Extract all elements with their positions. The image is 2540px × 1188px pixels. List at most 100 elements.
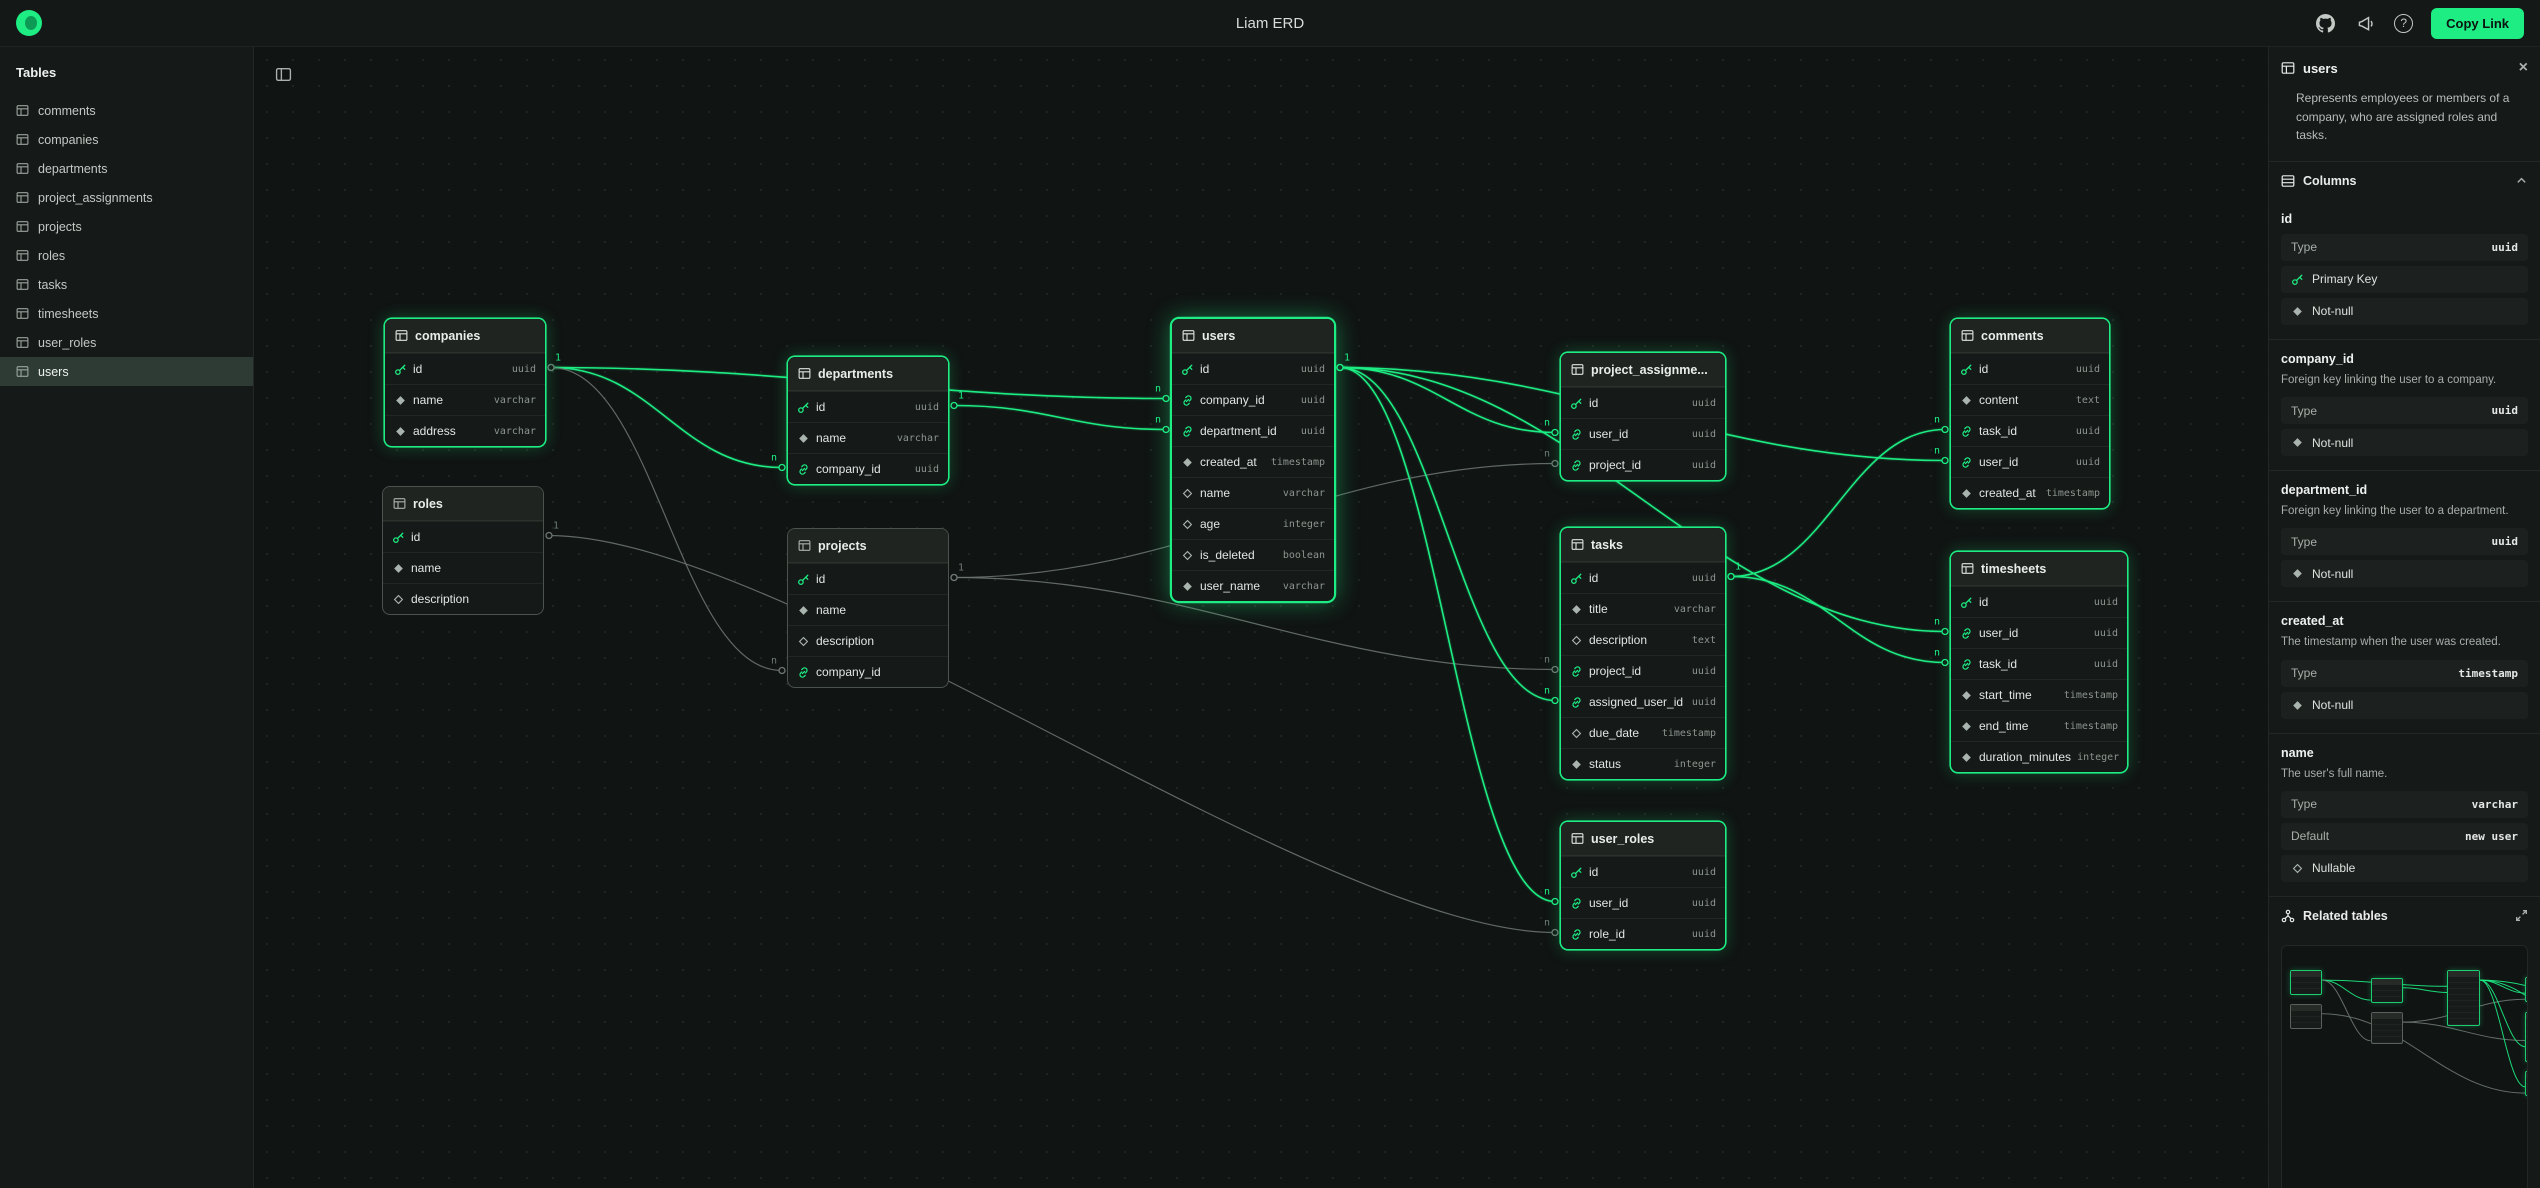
columns-section-header[interactable]: Columns	[2269, 161, 2540, 200]
sidebar-item-roles[interactable]: roles	[0, 241, 253, 270]
erd-column-tasks-assigned_user_id[interactable]: assigned_user_iduuid	[1561, 686, 1725, 717]
erd-table-header[interactable]: departments	[788, 357, 948, 391]
erd-column-tasks-description[interactable]: descriptiontext	[1561, 624, 1725, 655]
erd-column-timesheets-id[interactable]: iduuid	[1951, 586, 2127, 617]
erd-column-users-is_deleted[interactable]: is_deletedboolean	[1172, 539, 1334, 570]
close-panel-icon[interactable]: ×	[2519, 60, 2528, 76]
erd-column-projects-company_id[interactable]: company_id	[788, 656, 948, 687]
erd-column-companies-id[interactable]: iduuid	[385, 353, 545, 384]
key-icon	[797, 573, 810, 586]
erd-column-users-name[interactable]: namevarchar	[1172, 477, 1334, 508]
erd-column-tasks-title[interactable]: titlevarchar	[1561, 593, 1725, 624]
sidebar-item-users[interactable]: users	[0, 357, 253, 386]
erd-column-comments-content[interactable]: contenttext	[1951, 384, 2109, 415]
erd-table-header[interactable]: companies	[385, 319, 545, 353]
erd-column-timesheets-end_time[interactable]: end_timetimestamp	[1951, 710, 2127, 741]
erd-column-comments-user_id[interactable]: user_iduuid	[1951, 446, 2109, 477]
erd-table-header[interactable]: user_roles	[1561, 822, 1725, 856]
github-icon[interactable]	[2314, 12, 2336, 34]
sidebar-item-project_assignments[interactable]: project_assignments	[0, 183, 253, 212]
erd-column-users-id[interactable]: iduuid	[1172, 353, 1334, 384]
erd-column-users-company_id[interactable]: company_iduuid	[1172, 384, 1334, 415]
erd-table-project_assignments[interactable]: project_assignme...iduuiduser_iduuidproj…	[1560, 352, 1726, 481]
erd-column-user_roles-role_id[interactable]: role_iduuid	[1561, 918, 1725, 949]
sidebar-toggle-icon[interactable]	[270, 61, 296, 87]
help-icon[interactable]: ?	[2394, 14, 2413, 33]
erd-column-projects-name[interactable]: name	[788, 594, 948, 625]
erd-table-comments[interactable]: commentsiduuidcontenttexttask_iduuiduser…	[1950, 318, 2110, 509]
erd-column-tasks-id[interactable]: iduuid	[1561, 562, 1725, 593]
erd-column-timesheets-user_id[interactable]: user_iduuid	[1951, 617, 2127, 648]
sidebar-item-timesheets[interactable]: timesheets	[0, 299, 253, 328]
erd-table-header[interactable]: project_assignme...	[1561, 353, 1725, 387]
constraint-label: Not-null	[2312, 567, 2353, 581]
erd-column-roles-id[interactable]: id	[383, 521, 543, 552]
erd-column-roles-description[interactable]: description	[383, 583, 543, 614]
erd-column-users-age[interactable]: ageinteger	[1172, 508, 1334, 539]
sidebar-item-user_roles[interactable]: user_roles	[0, 328, 253, 357]
erd-table-header[interactable]: projects	[788, 529, 948, 563]
erd-table-tasks[interactable]: tasksiduuidtitlevarchardescriptiontextpr…	[1560, 527, 1726, 780]
erd-column-tasks-project_id[interactable]: project_iduuid	[1561, 655, 1725, 686]
sidebar-item-tasks[interactable]: tasks	[0, 270, 253, 299]
erd-column-projects-description[interactable]: description	[788, 625, 948, 656]
erd-table-departments[interactable]: departmentsiduuidnamevarcharcompany_iduu…	[787, 356, 949, 485]
erd-column-comments-task_id[interactable]: task_iduuid	[1951, 415, 2109, 446]
erd-table-projects[interactable]: projectsidnamedescriptioncompany_id	[787, 528, 949, 688]
liam-logo-icon[interactable]	[16, 10, 42, 36]
erd-column-user_roles-id[interactable]: iduuid	[1561, 856, 1725, 887]
erd-table-header[interactable]: timesheets	[1951, 552, 2127, 586]
erd-column-departments-id[interactable]: iduuid	[788, 391, 948, 422]
erd-table-companies[interactable]: companies iduuidnamevarcharaddressvarchar	[384, 318, 546, 447]
erd-column-projects-id[interactable]: id	[788, 563, 948, 594]
erd-column-departments-name[interactable]: namevarchar	[788, 422, 948, 453]
erd-column-users-user_name[interactable]: user_namevarchar	[1172, 570, 1334, 601]
sidebar-item-comments[interactable]: comments	[0, 96, 253, 125]
erd-table-header[interactable]: users	[1172, 319, 1334, 353]
erd-column-comments-created_at[interactable]: created_attimestamp	[1951, 477, 2109, 508]
column-name: title	[1589, 602, 1608, 616]
erd-column-roles-name[interactable]: name	[383, 552, 543, 583]
erd-table-roles[interactable]: rolesidnamedescription	[382, 486, 544, 615]
sidebar-item-companies[interactable]: companies	[0, 125, 253, 154]
erd-column-project_assignments-project_id[interactable]: project_iduuid	[1561, 449, 1725, 480]
erd-column-departments-company_id[interactable]: company_iduuid	[788, 453, 948, 484]
erd-column-users-department_id[interactable]: department_iduuid	[1172, 415, 1334, 446]
erd-canvas[interactable]: 1nnn1n1n1nn1nnnnn1nn companiesiduuidname…	[254, 47, 2268, 1188]
chevron-up-icon[interactable]	[2515, 174, 2528, 187]
erd-table-name: companies	[415, 329, 480, 343]
sidebar-item-label: timesheets	[38, 307, 98, 321]
copy-link-button[interactable]: Copy Link	[2431, 8, 2524, 39]
announcement-icon[interactable]	[2354, 12, 2376, 34]
sidebar-item-label: roles	[38, 249, 65, 263]
erd-column-project_assignments-user_id[interactable]: user_iduuid	[1561, 418, 1725, 449]
erd-table-header[interactable]: comments	[1951, 319, 2109, 353]
sidebar-item-projects[interactable]: projects	[0, 212, 253, 241]
erd-table-header[interactable]: roles	[383, 487, 543, 521]
erd-column-tasks-due_date[interactable]: due_datetimestamp	[1561, 717, 1725, 748]
erd-table-header[interactable]: tasks	[1561, 528, 1725, 562]
related-tables-minimap[interactable]	[2281, 945, 2528, 1188]
erd-column-project_assignments-id[interactable]: iduuid	[1561, 387, 1725, 418]
column-name: id	[1589, 396, 1598, 410]
erd-table-timesheets[interactable]: timesheetsiduuiduser_iduuidtask_iduuidst…	[1950, 551, 2128, 773]
erd-column-companies-name[interactable]: namevarchar	[385, 384, 545, 415]
erd-column-users-created_at[interactable]: created_attimestamp	[1172, 446, 1334, 477]
diamond-open-icon	[797, 635, 810, 648]
erd-column-timesheets-duration_minutes[interactable]: duration_minutesinteger	[1951, 741, 2127, 772]
erd-column-companies-address[interactable]: addressvarchar	[385, 415, 545, 446]
sidebar-item-departments[interactable]: departments	[0, 154, 253, 183]
erd-table-user_roles[interactable]: user_rolesiduuiduser_iduuidrole_iduuid	[1560, 821, 1726, 950]
erd-column-timesheets-task_id[interactable]: task_iduuid	[1951, 648, 2127, 679]
link-icon	[1570, 696, 1583, 709]
erd-table-users[interactable]: usersiduuidcompany_iduuiddepartment_iduu…	[1171, 318, 1335, 602]
erd-column-tasks-status[interactable]: statusinteger	[1561, 748, 1725, 779]
column-constraint-badge: Not-null	[2281, 692, 2528, 719]
expand-icon[interactable]	[2515, 909, 2528, 922]
erd-column-user_roles-user_id[interactable]: user_iduuid	[1561, 887, 1725, 918]
erd-column-timesheets-start_time[interactable]: start_timetimestamp	[1951, 679, 2127, 710]
column-type: varchar	[494, 426, 536, 437]
erd-column-comments-id[interactable]: iduuid	[1951, 353, 2109, 384]
column-name: user_name	[1200, 579, 1260, 593]
sidebar-item-label: departments	[38, 162, 107, 176]
